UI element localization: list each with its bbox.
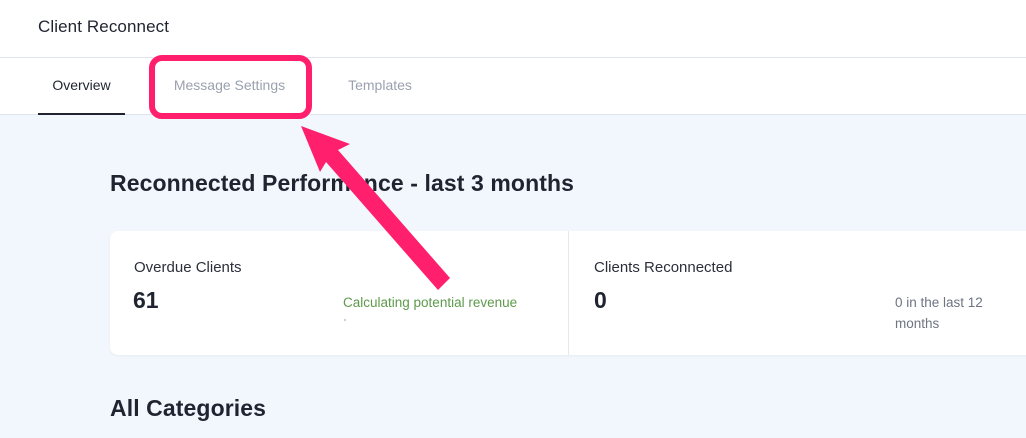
potential-revenue-status: Calculating potential revenue <box>343 295 518 310</box>
app-header: Client Reconnect <box>0 0 1026 58</box>
performance-title: Reconnected Performance - last 3 months <box>110 170 575 196</box>
tab-templates[interactable]: Templates <box>336 58 424 115</box>
clients-reconnected-value: 0 <box>594 287 607 313</box>
last-12-months-note: 0 in the last 12 months <box>895 295 983 331</box>
overdue-clients-label: Overdue Clients <box>134 259 242 276</box>
tab-bar: Overview Message Settings Templates <box>0 58 1026 116</box>
tab-message-settings[interactable]: Message Settings <box>158 58 301 115</box>
performance-card: Overdue Clients 61 Calculating potential… <box>110 231 1026 355</box>
overview-content: Reconnected Performance - last 3 months … <box>0 115 1026 438</box>
all-categories-title: All Categories <box>110 395 267 421</box>
clients-reconnected-label: Clients Reconnected <box>594 259 733 276</box>
app-title: Client Reconnect <box>38 17 170 36</box>
loading-dot <box>344 319 346 321</box>
tab-overview[interactable]: Overview <box>38 58 125 116</box>
client-reconnect-page: Client Reconnect Overview Message Settin… <box>0 0 1026 438</box>
metric-divider <box>568 231 569 355</box>
overdue-clients-value: 61 <box>133 287 159 313</box>
